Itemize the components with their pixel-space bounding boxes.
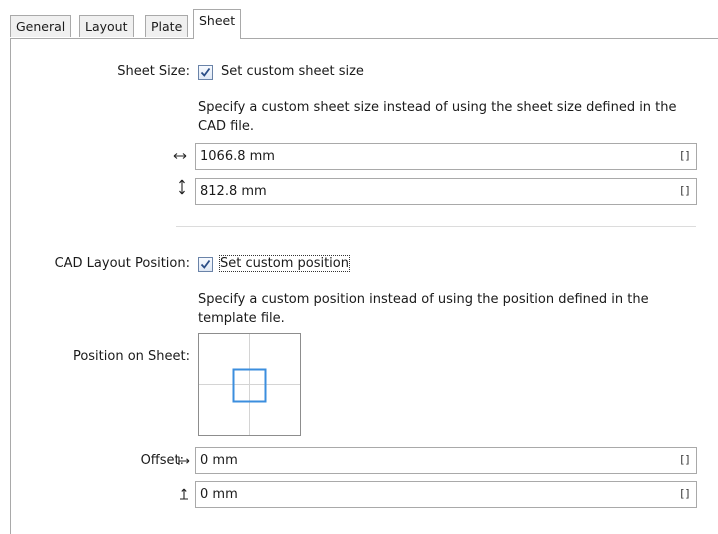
custom-position-checkbox-label[interactable]: Set custom position — [219, 255, 350, 272]
vertical-dimension-icon — [179, 179, 185, 195]
vertical-offset-icon — [180, 488, 188, 500]
unit-toggle-button[interactable]: [] — [679, 487, 691, 500]
tab-bar: General Layout Plate Sheet — [10, 8, 718, 39]
position-grid — [199, 334, 300, 435]
unit-toggle-button[interactable]: [] — [679, 453, 691, 466]
cad-layout-position-label: CAD Layout Position: — [54, 256, 190, 271]
sheet-height-field[interactable]: [] — [195, 178, 697, 205]
checkmark-icon — [200, 259, 211, 269]
position-on-sheet-selector[interactable] — [198, 333, 301, 436]
offset-y-field[interactable]: [] — [195, 481, 697, 508]
sheet-width-field[interactable]: [] — [195, 143, 697, 170]
checkmark-icon — [200, 67, 211, 77]
panel-border — [10, 38, 11, 534]
custom-sheet-size-checkbox-label[interactable]: Set custom sheet size — [221, 64, 364, 79]
horizontal-dimension-icon — [173, 153, 187, 159]
tab-layout[interactable]: Layout — [79, 15, 134, 37]
custom-position-checkbox[interactable] — [198, 257, 213, 272]
sheet-size-description: Specify a custom sheet size instead of u… — [198, 100, 677, 134]
offset-x-field[interactable]: [] — [195, 447, 697, 474]
custom-sheet-size-checkbox[interactable] — [198, 65, 213, 80]
offset-x-input[interactable] — [200, 451, 640, 470]
sheet-size-label: Sheet Size: — [117, 64, 190, 79]
tab-plate[interactable]: Plate — [145, 15, 189, 37]
unit-toggle-button[interactable]: [] — [679, 184, 691, 197]
offset-y-input[interactable] — [200, 485, 640, 504]
tab-sheet[interactable]: Sheet — [193, 9, 242, 39]
custom-position-description: Specify a custom position instead of usi… — [198, 292, 649, 326]
sheet-width-input[interactable] — [200, 147, 640, 166]
sheet-height-input[interactable] — [200, 182, 640, 201]
horizontal-offset-icon — [178, 457, 190, 465]
tab-general[interactable]: General — [10, 15, 72, 37]
section-separator — [176, 226, 696, 227]
unit-toggle-button[interactable]: [] — [679, 149, 691, 162]
position-on-sheet-label: Position on Sheet: — [72, 349, 190, 364]
